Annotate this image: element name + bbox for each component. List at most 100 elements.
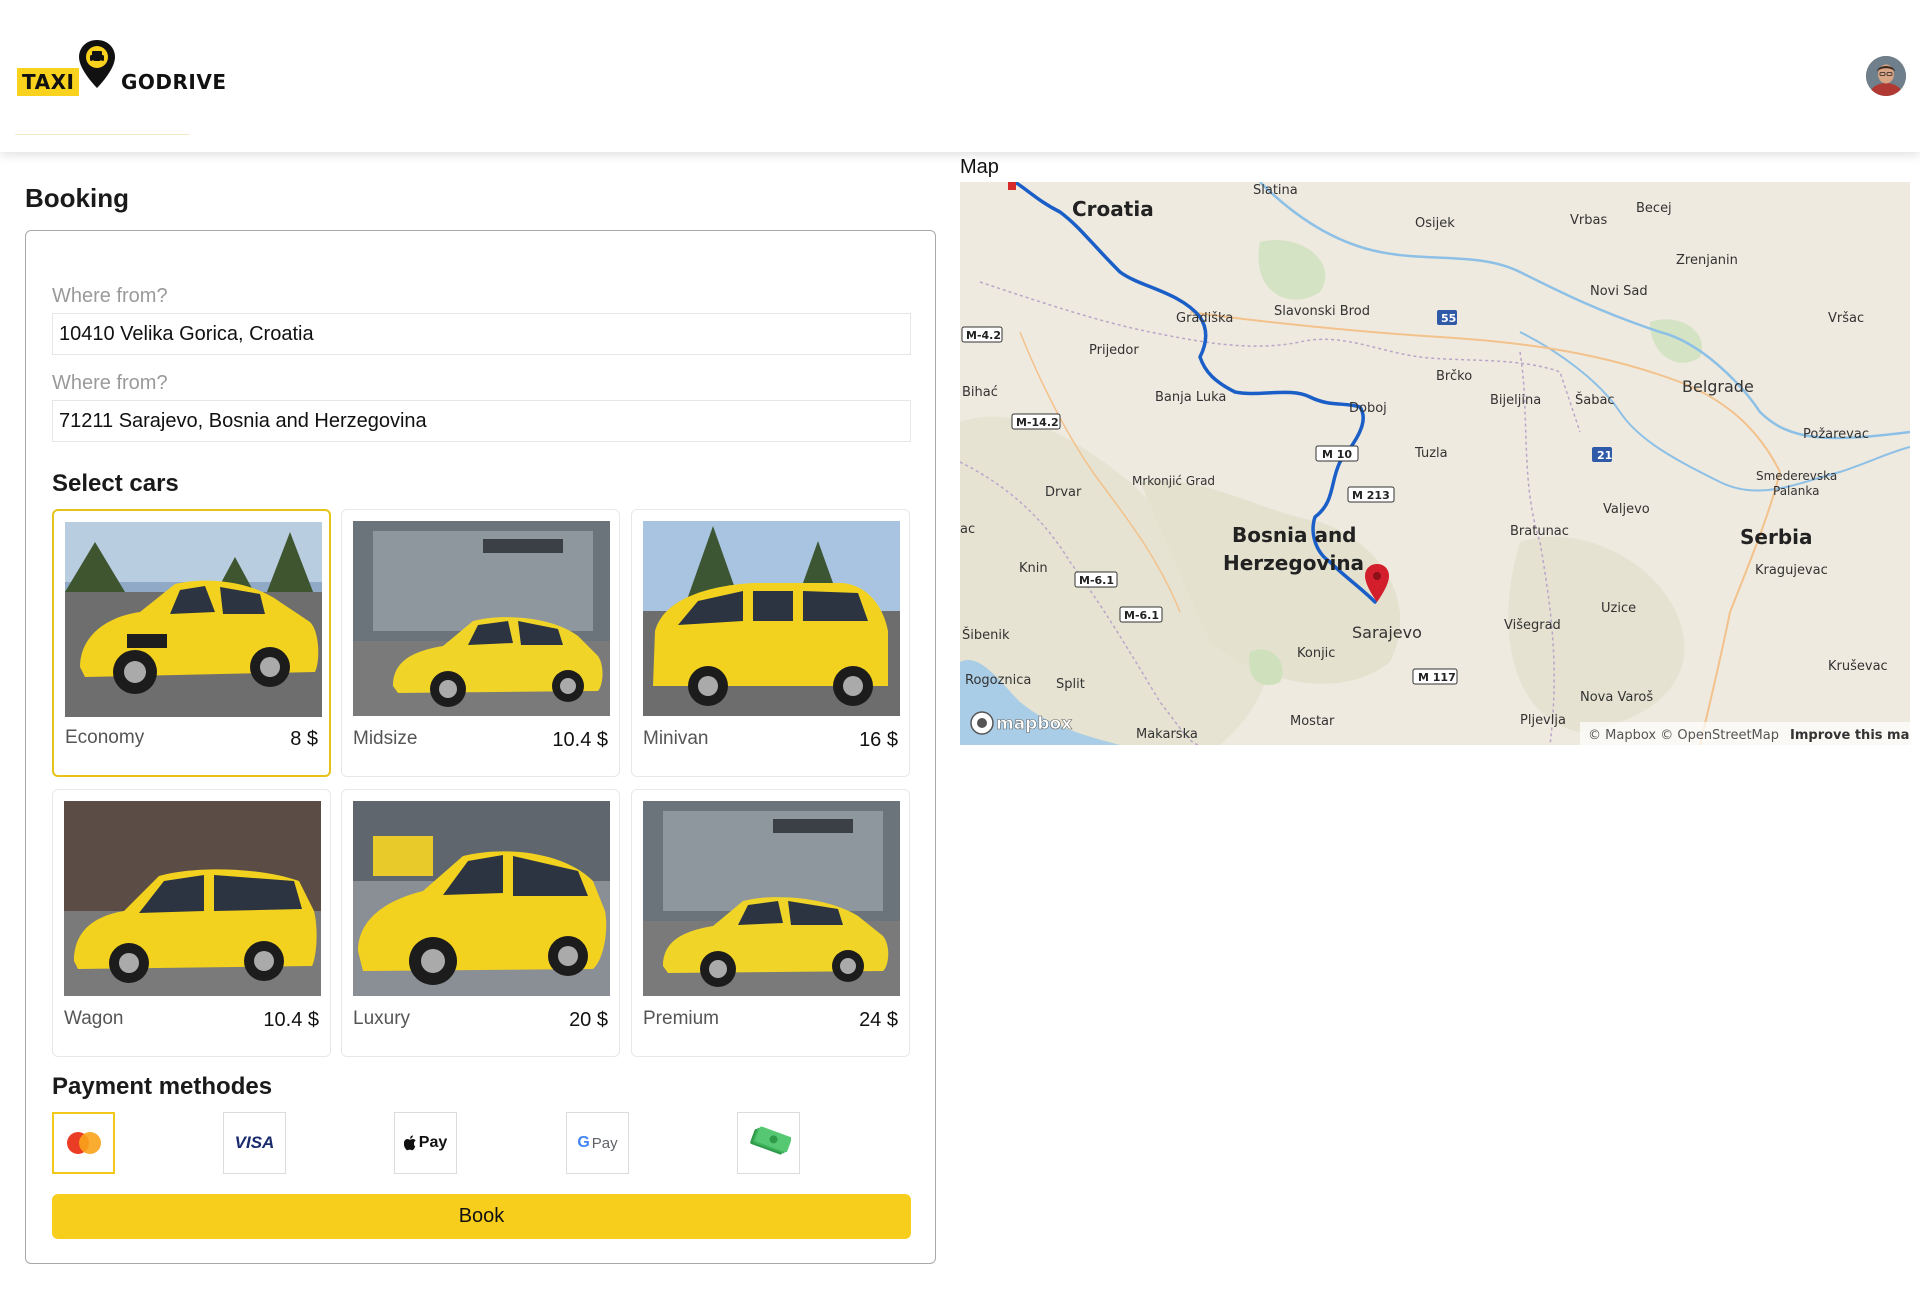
road-shield-m61a: M-6.1 [1079,574,1114,587]
booking-form: Where from? Where from? Select cars Econ… [25,230,936,1264]
map-title: Map [960,156,999,178]
car-option-luxury[interactable]: Luxury 20 $ [341,789,620,1057]
map-label-prijedor: Prijedor [1089,343,1139,358]
visa-icon: VISA [234,1133,275,1152]
map-label-valjevo: Valjevo [1603,502,1650,517]
from-label: Where from? [52,285,168,307]
map-label-tuzla: Tuzla [1414,446,1448,461]
map-label-drvar: Drvar [1045,485,1082,500]
car-name: Economy [65,727,145,748]
map-label-smederevska-1: Smederevska [1756,469,1837,483]
google-g-icon: G [577,1134,590,1151]
car-option-midsize[interactable]: Midsize 10.4 $ [341,509,620,777]
car-option-economy[interactable]: Economy 8 $ [52,509,331,777]
map-label-konjic: Konjic [1297,646,1335,661]
road-shield-m42: M-4.2 [966,329,1001,342]
car-option-premium[interactable]: Premium 24 $ [631,789,910,1057]
road-shield-m61b: M-6.1 [1124,609,1159,622]
apple-pay-label: Pay [418,1134,448,1151]
car-name: Minivan [643,728,709,749]
map-label-croatia: Croatia [1072,197,1154,221]
map-label-uzice: Uzice [1601,601,1636,616]
car-price: 8 $ [290,728,318,750]
map-label-vrsac: Vršac [1828,311,1864,326]
map-label-sarajevo: Sarajevo [1352,623,1422,642]
map-label-becej: Becej [1636,201,1672,216]
map-attribution[interactable]: © Mapbox © OpenStreetMap [1588,728,1779,743]
map-label-doboj: Doboj [1349,401,1387,416]
booking-title: Booking [25,183,129,213]
map-label-bihac: Bihać [962,385,998,400]
map-label-pozarevac: Požarevac [1803,427,1869,442]
map-label-gradiska: Gradiška [1176,311,1233,326]
car-name: Premium [643,1008,720,1029]
logo[interactable]: TAXI GODRIVE [17,38,237,98]
map-label-sabac: Šabac [1575,392,1615,408]
payment-methods-title: Payment methodes [52,1073,273,1100]
from-input[interactable] [52,313,911,355]
map-label-osijek: Osijek [1415,216,1455,231]
road-shield-m213: M 213 [1352,489,1390,502]
taxi-pin-icon [79,40,115,88]
car-name: Luxury [353,1008,411,1029]
map-label-slatina: Slatina [1253,183,1298,198]
select-cars-title: Select cars [52,470,179,497]
car-image [353,801,610,996]
car-image [64,801,321,996]
mapbox-logo[interactable]: mapbox [970,711,1073,735]
car-price: 10.4 $ [263,1009,319,1031]
nav-underline [15,134,190,135]
header: TAXI GODRIVE [0,0,1920,152]
improve-map-link[interactable]: Improve this map [1790,728,1910,743]
map-label-smederevska-2: Palanka [1773,484,1819,498]
road-shield-21: 21 [1597,449,1612,462]
map-label-krusevac: Kruševac [1828,659,1888,674]
map-label-nova-varos: Nova Varoš [1580,690,1653,705]
car-option-minivan[interactable]: Minivan 16 $ [631,509,910,777]
payment-mastercard[interactable] [52,1112,115,1174]
map-label-bratunac: Bratunac [1510,524,1569,539]
apple-icon [403,1135,416,1151]
map-label-rogoznica: Rogoznica [965,673,1031,688]
payment-apple-pay[interactable]: Pay [394,1112,457,1174]
road-shield-m117: M 117 [1418,671,1456,684]
map-label-slavonski-brod: Slavonski Brod [1274,304,1370,319]
map-label-split: Split [1056,677,1085,692]
car-image [643,801,900,996]
to-input[interactable] [52,400,911,442]
avatar-image [1866,56,1906,96]
map-label-visegrad: Višegrad [1504,618,1561,633]
car-price: 10.4 $ [552,729,608,751]
map-label-mostar: Mostar [1290,714,1335,729]
map-label-makarska: Makarska [1136,727,1198,742]
car-image [643,521,900,716]
map-label-novi-sad: Novi Sad [1590,284,1648,299]
road-shield-m10: M 10 [1322,448,1352,461]
map-label-vrbas: Vrbas [1570,213,1607,228]
car-image [353,521,610,716]
car-price: 16 $ [859,729,898,751]
mapbox-logo-text: mapbox [996,714,1072,734]
car-image [65,522,322,717]
route-map[interactable]: Croatia Bosnia and Herzegovina Serbia Sl… [960,182,1910,745]
user-avatar[interactable] [1866,56,1906,96]
map-label-banja-luka: Banja Luka [1155,390,1226,405]
car-name: Wagon [64,1008,124,1029]
payment-visa[interactable]: VISA [223,1112,286,1174]
map-label-ac: ac [960,522,975,537]
car-option-wagon[interactable]: Wagon 10.4 $ [52,789,331,1057]
logo-taxi-text: TAXI [17,68,80,96]
map-label-bosnia-1: Bosnia and [1232,523,1357,547]
logo-godrive-text: GODRIVE [121,70,227,94]
car-name: Midsize [353,728,418,749]
map-label-knin: Knin [1019,561,1048,576]
map-label-kragujevac: Kragujevac [1755,563,1828,578]
car-price: 24 $ [859,1009,898,1031]
payment-cash[interactable] [737,1112,800,1174]
book-button[interactable]: Book [52,1194,911,1239]
map-label-serbia: Serbia [1740,525,1813,549]
payment-google-pay[interactable]: G Pay [566,1112,629,1174]
cash-icon [749,1126,791,1155]
google-pay-label: Pay [591,1134,618,1152]
map-label-belgrade: Belgrade [1682,377,1754,396]
